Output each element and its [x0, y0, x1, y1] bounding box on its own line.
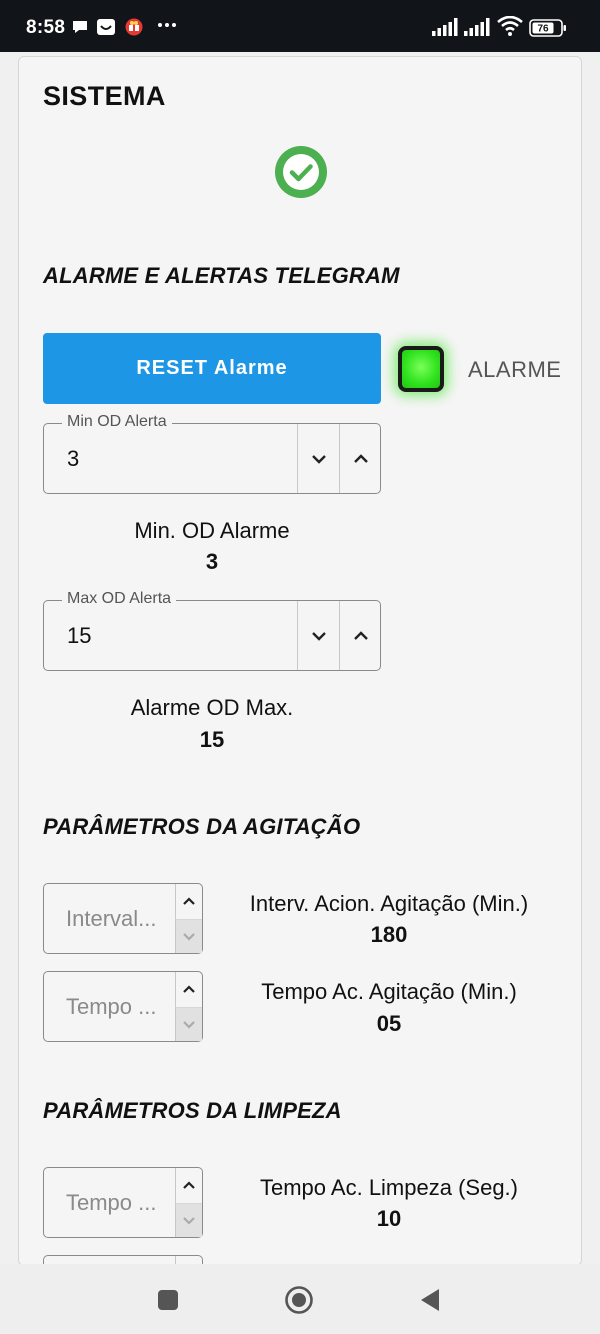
chat-bubble-icon — [71, 18, 89, 41]
section-title-cleaning: PARÂMETROS DA LIMPEZA — [43, 1098, 342, 1123]
agitation-interval-placeholder: Interval... — [66, 906, 157, 931]
chevron-down-icon — [183, 933, 195, 941]
back-triangle-icon[interactable] — [414, 1284, 446, 1316]
decrement-button[interactable] — [297, 601, 339, 670]
max-od-alert-field[interactable]: Max OD Alerta 15 — [43, 590, 381, 671]
field-legend: Max OD Alerta — [62, 590, 177, 608]
chevron-down-icon — [311, 454, 326, 464]
increment-button[interactable] — [339, 601, 381, 670]
inbox-icon — [96, 18, 116, 41]
agitation-time-label: Tempo Ac. Agitação (Min.) — [261, 979, 517, 1004]
min-od-alarm-label: Min. OD Alarme — [134, 518, 290, 543]
increment-button[interactable] — [175, 1168, 202, 1203]
chevron-up-icon — [183, 897, 195, 905]
section-title-alarm: ALARME E ALERTAS TELEGRAM — [43, 263, 400, 288]
cleaning-time-input[interactable]: Tempo ... — [43, 1167, 203, 1238]
decrement-button[interactable] — [175, 919, 202, 953]
increment-button[interactable] — [175, 884, 202, 919]
min-od-alarm-value: 3 — [205, 549, 219, 574]
status-bar: 8:58 76 — [0, 0, 600, 52]
decrement-button[interactable] — [175, 1203, 202, 1237]
wifi-icon — [497, 15, 523, 41]
max-od-alert-value[interactable]: 15 — [67, 623, 91, 649]
agitation-interval-label: Interv. Acion. Agitação (Min.) — [249, 891, 529, 916]
section-title-agitation: PARÂMETROS DA AGITAÇÃO — [43, 814, 361, 839]
min-od-alert-field[interactable]: Min OD Alerta 3 — [43, 413, 381, 494]
chevron-up-icon — [183, 1181, 195, 1189]
field-legend: Min OD Alerta — [62, 413, 172, 431]
agitation-time-placeholder: Tempo ... — [66, 994, 157, 1019]
signal-icon — [464, 18, 490, 41]
chevron-up-icon — [353, 630, 368, 640]
agitation-time-value: 05 — [376, 1011, 402, 1036]
chevron-down-icon — [183, 1021, 195, 1029]
status-time: 8:58 — [26, 17, 66, 38]
reset-alarm-button[interactable]: RESET Alarme — [43, 333, 381, 404]
chevron-up-icon — [353, 453, 368, 463]
increment-button[interactable] — [175, 972, 202, 1007]
cleaning-time-value: 10 — [376, 1206, 402, 1231]
max-od-alarm-value: 15 — [199, 727, 225, 752]
gift-icon — [124, 18, 144, 41]
check-circle-icon — [272, 143, 330, 201]
alarm-label: ALARME — [468, 357, 562, 382]
more-dots-icon — [157, 16, 177, 39]
agitation-interval-input[interactable]: Interval... — [43, 883, 203, 954]
decrement-button[interactable] — [297, 424, 339, 493]
battery-icon: 76 — [529, 19, 567, 42]
max-od-alarm-label: Alarme OD Max. — [130, 695, 294, 720]
signal-icon — [432, 18, 458, 41]
home-circle-icon[interactable] — [283, 1284, 315, 1316]
agitation-interval-value: 180 — [370, 922, 408, 947]
increment-button[interactable] — [339, 424, 381, 493]
decrement-button[interactable] — [175, 1007, 202, 1041]
svg-text:76: 76 — [537, 24, 549, 35]
alarm-led-indicator — [398, 346, 444, 392]
navigation-bar — [0, 1264, 600, 1334]
agitation-time-input[interactable]: Tempo ... — [43, 971, 203, 1042]
system-card: SISTEMA ALARME E ALERTAS TELEGRAM RESET … — [18, 56, 582, 1266]
cleaning-time-placeholder: Tempo ... — [66, 1190, 157, 1215]
page-title: SISTEMA — [43, 81, 166, 111]
recents-square-icon[interactable] — [152, 1284, 184, 1316]
chevron-down-icon — [311, 631, 326, 641]
chevron-down-icon — [183, 1217, 195, 1225]
chevron-up-icon — [183, 985, 195, 993]
cleaning-time-label: Tempo Ac. Limpeza (Seg.) — [259, 1175, 518, 1200]
min-od-alert-value[interactable]: 3 — [67, 446, 79, 472]
